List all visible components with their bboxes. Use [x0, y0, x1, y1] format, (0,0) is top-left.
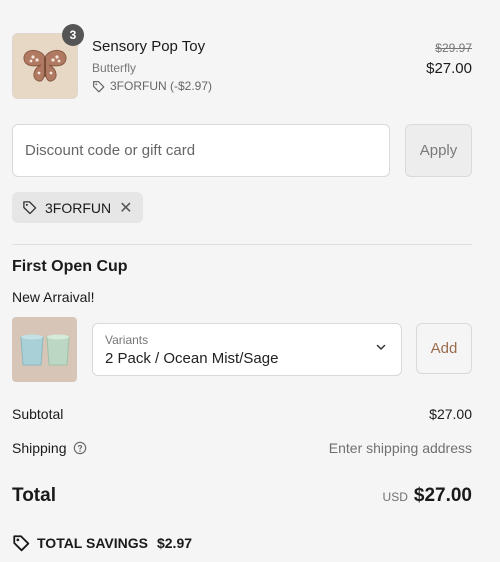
shipping-row: Shipping — [12, 440, 87, 456]
quantity-badge: 3 — [62, 24, 84, 46]
upsell-thumbnail — [12, 317, 77, 382]
line-discount-text: 3FORFUN (-$2.97) — [110, 79, 213, 93]
total-savings: TOTAL SAVINGS $2.97 — [12, 534, 192, 552]
add-upsell-button[interactable]: Add — [416, 323, 472, 374]
discount-code-input[interactable] — [12, 124, 390, 177]
shipping-label: Shipping — [12, 440, 67, 456]
total-savings-value: $2.97 — [156, 535, 193, 551]
cup-image — [19, 334, 70, 365]
total-amount: $27.00 — [413, 485, 472, 506]
upsell-title: First Open Cup — [12, 258, 128, 275]
chevron-down-icon — [376, 344, 386, 350]
close-icon[interactable]: ✕ — [119, 198, 132, 218]
total-currency: USD — [382, 490, 408, 504]
upsell-subtitle: New Arraival! — [12, 289, 95, 305]
product-variant: Butterfly — [92, 61, 137, 75]
total-savings-label: TOTAL SAVINGS — [37, 535, 148, 551]
product-price: $27.00 — [426, 60, 472, 77]
shipping-value: Enter shipping address — [328, 440, 472, 456]
divider — [12, 244, 472, 245]
tag-icon — [93, 80, 105, 92]
help-icon[interactable] — [73, 441, 87, 455]
total-label: Total — [12, 485, 56, 506]
variant-select-label: Variants — [105, 333, 149, 347]
tag-icon — [23, 201, 37, 215]
product-title: Sensory Pop Toy — [92, 38, 206, 55]
total-value-group: USD $27.00 — [383, 485, 472, 507]
applied-code-text: 3FORFUN — [45, 199, 112, 216]
applied-discount-chip: 3FORFUN ✕ — [12, 192, 143, 223]
tag-icon — [13, 535, 30, 552]
apply-button[interactable]: Apply — [405, 124, 472, 177]
subtotal-value: $27.00 — [429, 406, 472, 422]
original-price: $29.97 — [435, 41, 472, 55]
variant-select[interactable]: Variants 2 Pack / Ocean Mist/Sage — [92, 323, 402, 376]
line-discount: 3FORFUN (-$2.97) — [92, 79, 212, 93]
subtotal-label: Subtotal — [12, 406, 64, 422]
variant-select-value: 2 Pack / Ocean Mist/Sage — [105, 350, 279, 367]
butterfly-image — [23, 50, 67, 82]
